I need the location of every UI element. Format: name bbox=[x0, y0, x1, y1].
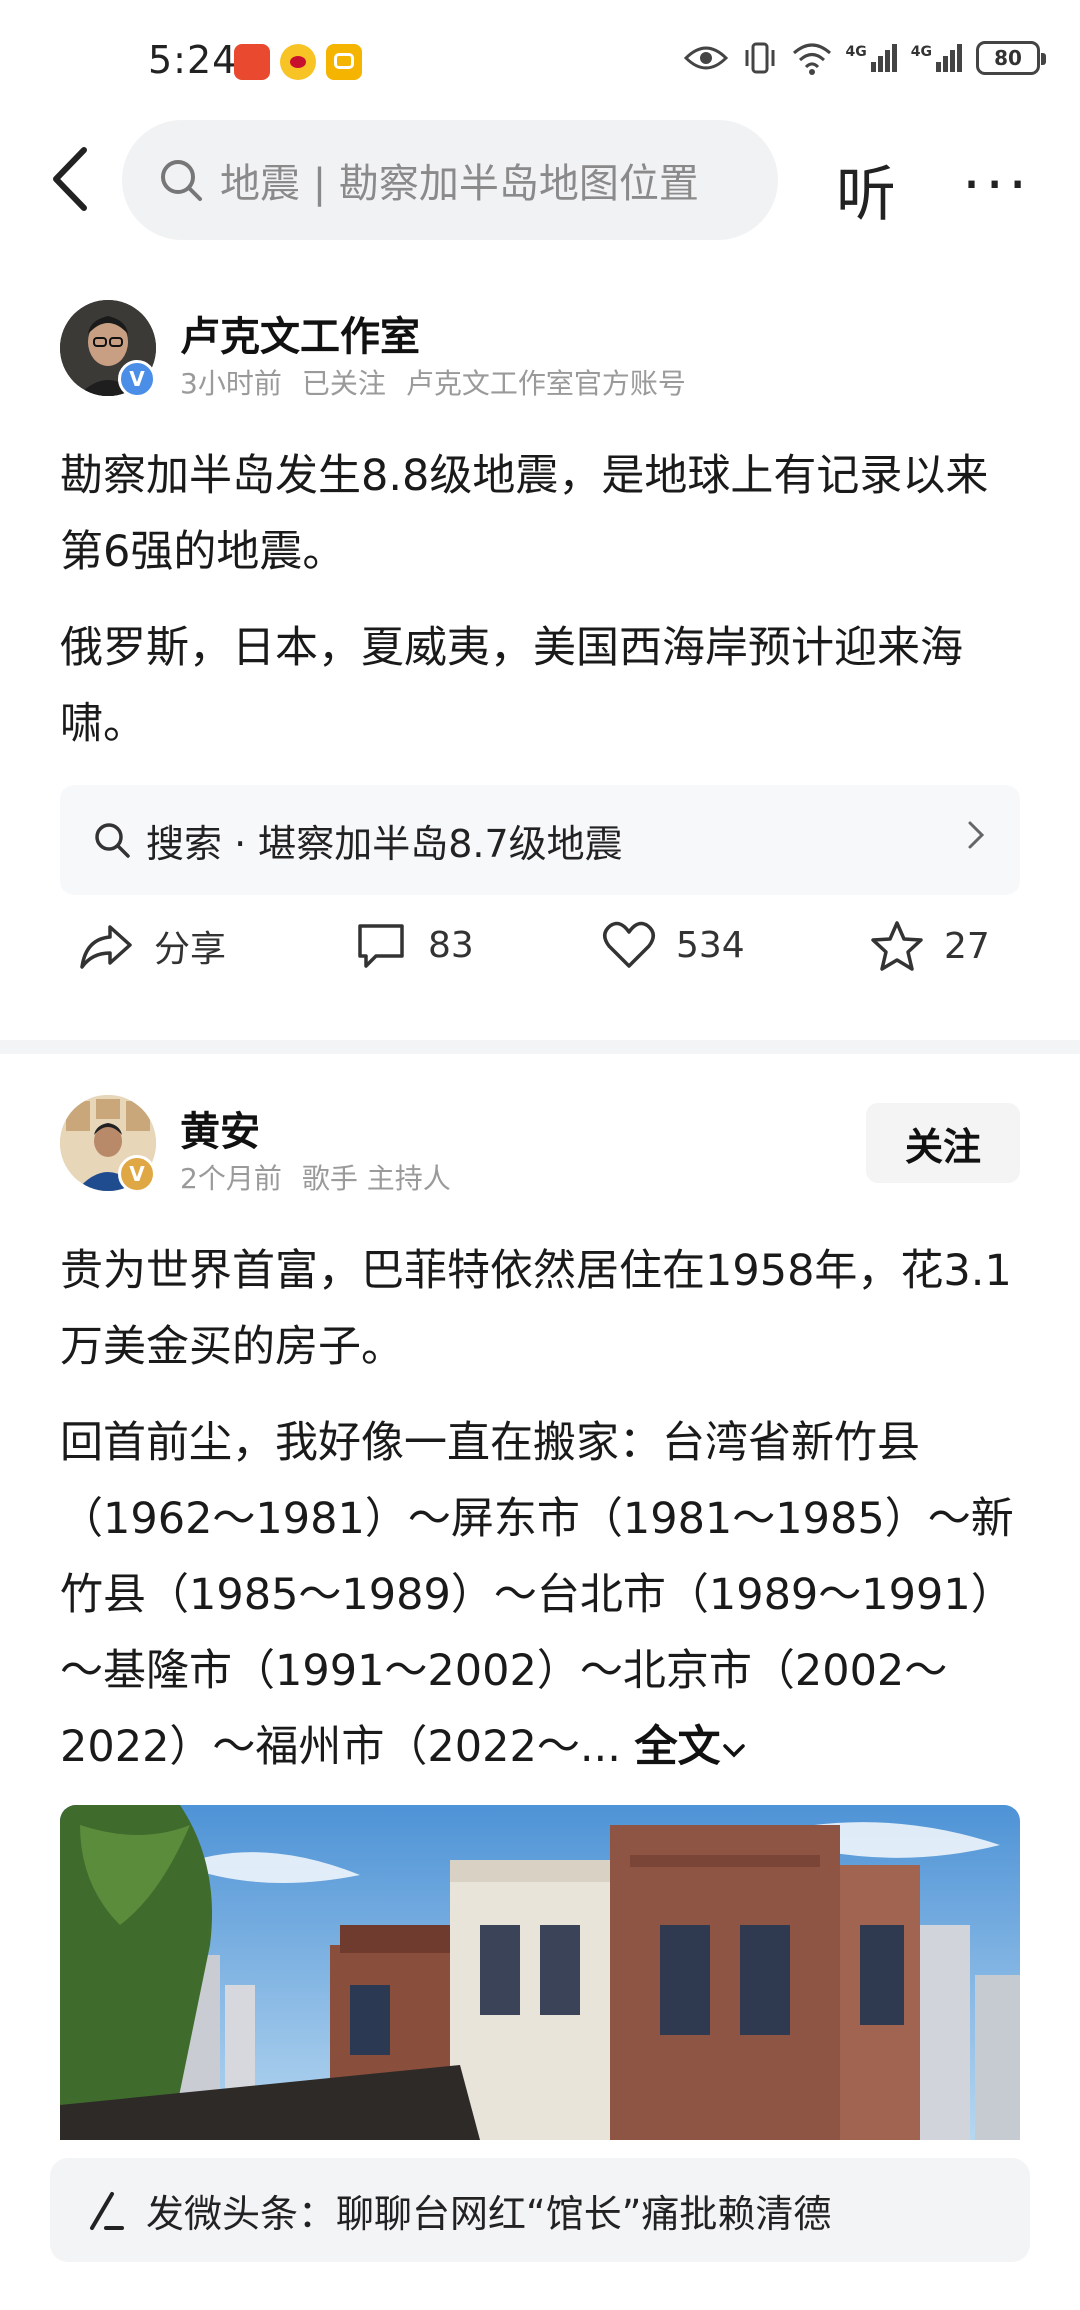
signal-1-icon: 4G bbox=[846, 44, 897, 72]
chevron-right-icon bbox=[968, 821, 985, 849]
top-bar: 地震 | 勘察加半岛地图位置 听 ··· bbox=[0, 120, 1080, 240]
building-photo bbox=[60, 1805, 1020, 2140]
like-button[interactable]: 534 bbox=[602, 920, 745, 970]
share-icon bbox=[80, 925, 132, 969]
favorite-button[interactable]: 27 bbox=[870, 920, 990, 972]
full-text-label: 全文 bbox=[634, 1722, 721, 1772]
chat-notification-icon bbox=[326, 44, 362, 80]
status-icons: 4G 4G 80 bbox=[683, 40, 1046, 76]
author-meta: 2个月前 歌手 主持人 bbox=[180, 1157, 471, 1197]
verified-badge-icon: V bbox=[118, 360, 156, 398]
weibo-notification-icon bbox=[280, 44, 316, 80]
wifi-icon bbox=[792, 43, 831, 75]
author-name[interactable]: 黄安 bbox=[180, 1099, 260, 1157]
follow-status: 已关注 bbox=[301, 367, 386, 400]
back-button[interactable] bbox=[44, 144, 104, 214]
post-image[interactable] bbox=[60, 1805, 1020, 2140]
signal-2-icon: 4G bbox=[911, 44, 962, 72]
post-time: 3小时前 bbox=[180, 367, 282, 400]
post-paragraph: 勘察加半岛发生8.8级地震，是地球上有记录以来第6强的地震。 bbox=[60, 451, 989, 577]
author-description: 卢克文工作室官方账号 bbox=[405, 367, 686, 400]
star-icon bbox=[871, 921, 923, 971]
comment-button[interactable]: 83 bbox=[354, 920, 474, 970]
network-label: 4G bbox=[845, 44, 867, 60]
follow-button[interactable]: 关注 bbox=[866, 1103, 1020, 1183]
heart-icon bbox=[603, 921, 655, 968]
author-meta: 3小时前 已关注 卢克文工作室官方账号 bbox=[180, 362, 706, 402]
author-name[interactable]: 卢克文工作室 bbox=[180, 304, 420, 362]
compose-post-bar[interactable]: 发微头条：聊聊台网红“馆长”痛批赖清德 bbox=[50, 2158, 1030, 2262]
post-paragraph: 俄罗斯，日本，夏威夷，美国西海岸预计迎来海啸。 bbox=[60, 623, 963, 749]
eye-icon bbox=[683, 46, 728, 70]
comment-count: 83 bbox=[428, 924, 474, 966]
search-icon bbox=[161, 160, 202, 201]
post-paragraph-text: 回首前尘，我好像一直在搬家：台湾省新竹县（1962～1981）～屏东市（1981… bbox=[60, 1418, 1014, 1772]
expand-full-text-button[interactable]: 全文 bbox=[635, 1722, 747, 1772]
post-actions: 分享 83 534 27 bbox=[0, 920, 1080, 1000]
post-card-2[interactable]: V 黄安 2个月前 歌手 主持人 关注 贵为世界首富，巴菲特依然居住在1958年，… bbox=[0, 1095, 1080, 2155]
listen-button[interactable]: 听 bbox=[836, 146, 896, 233]
compose-prompt: 发微头条：聊聊台网红“馆长”痛批赖清德 bbox=[146, 2191, 832, 2236]
more-button[interactable]: ··· bbox=[962, 150, 1031, 220]
network-label: 4G bbox=[910, 44, 932, 60]
search-icon bbox=[95, 823, 130, 858]
battery-indicator: 80 bbox=[976, 41, 1046, 75]
post-card-1[interactable]: V 卢克文工作室 3小时前 已关注 卢克文工作室官方账号 勘察加半岛发生8.8级地震… bbox=[0, 300, 1080, 1040]
share-button[interactable]: 分享 bbox=[78, 920, 226, 972]
status-bar: 5:24 4G 4G 80 bbox=[0, 0, 1080, 120]
chevron-down-icon bbox=[722, 1744, 745, 1758]
post-paragraph: 贵为世界首富，巴菲特依然居住在1958年，花3.1万美金买的房子。 bbox=[60, 1246, 1012, 1372]
favorite-count: 27 bbox=[944, 925, 990, 967]
search-bar[interactable]: 地震 | 勘察加半岛地图位置 bbox=[122, 120, 778, 240]
search-text: 地震 | 勘察加半岛地图位置 bbox=[220, 161, 699, 207]
app-notification-icon bbox=[234, 44, 270, 80]
status-time: 5:24 bbox=[148, 38, 238, 82]
post-time: 2个月前 bbox=[180, 1162, 282, 1195]
pen-icon bbox=[90, 2192, 124, 2230]
comment-icon bbox=[358, 924, 404, 968]
share-label: 分享 bbox=[154, 929, 227, 970]
back-arrow-icon bbox=[53, 147, 87, 211]
post-divider bbox=[0, 1040, 1080, 1054]
like-count: 534 bbox=[676, 924, 745, 966]
vibrate-icon bbox=[745, 42, 775, 74]
related-search-link[interactable]: 搜索 · 堪察加半岛8.7级地震 bbox=[60, 785, 1020, 895]
verified-badge-icon: V bbox=[118, 1155, 156, 1193]
related-search-label: 搜索 · 堪察加半岛8.7级地震 bbox=[146, 821, 623, 866]
author-description: 歌手 主持人 bbox=[301, 1162, 451, 1195]
post-paragraph: 回首前尘，我好像一直在搬家：台湾省新竹县（1962～1981）～屏东市（1981… bbox=[60, 1405, 1020, 1785]
